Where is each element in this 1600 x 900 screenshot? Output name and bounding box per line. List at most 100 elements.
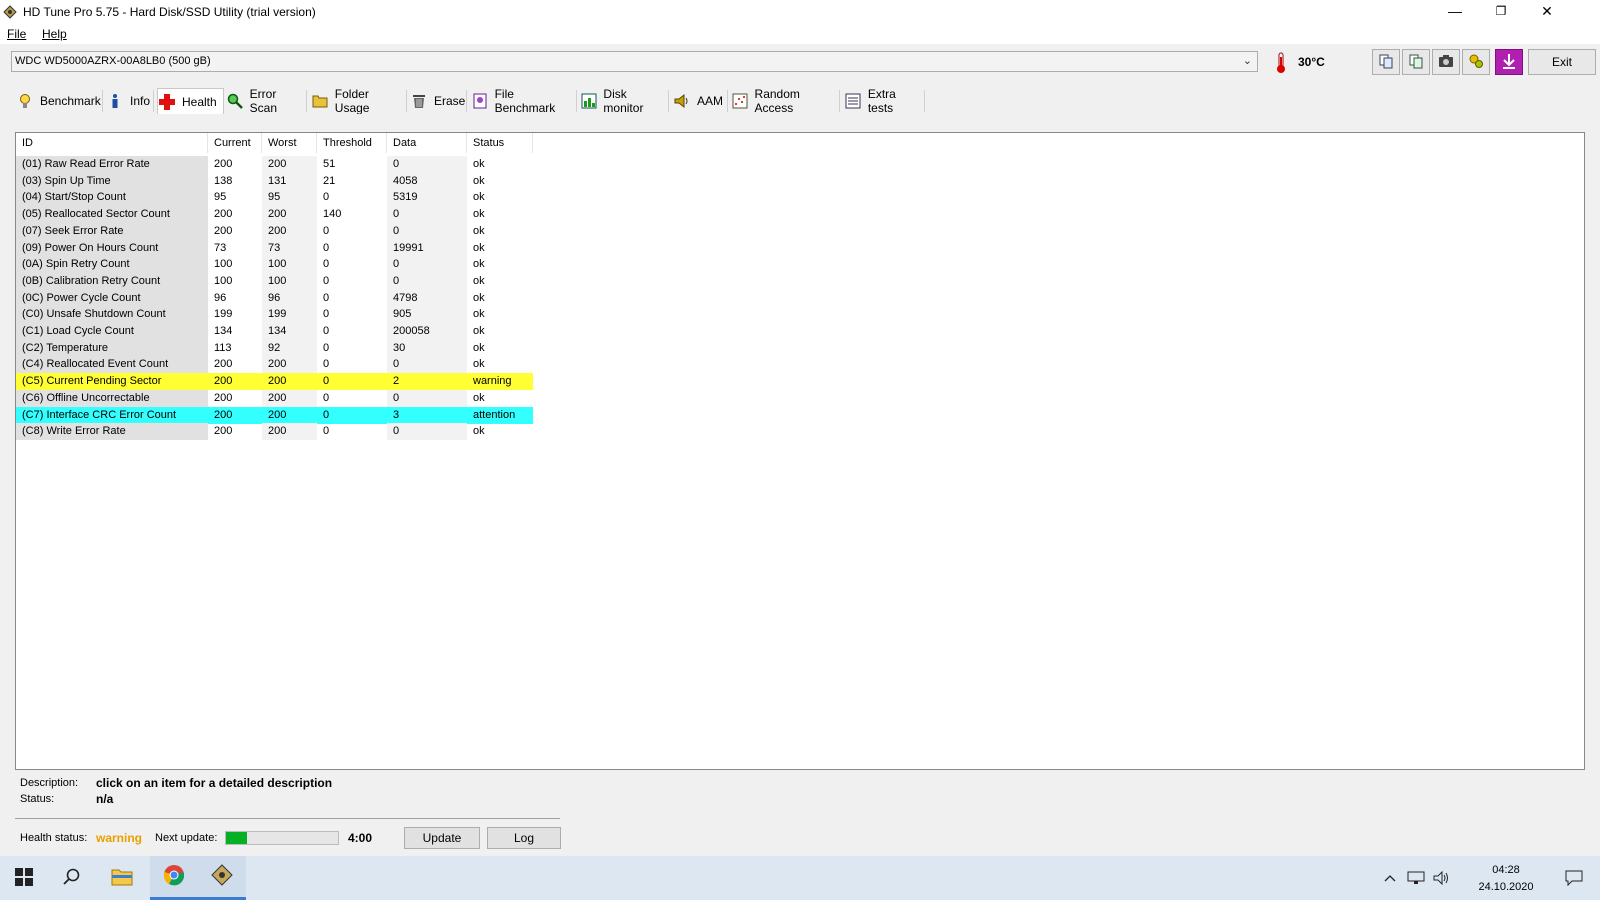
folder-icon xyxy=(311,92,329,110)
tab-error-scan[interactable]: Error Scan xyxy=(226,87,307,115)
menu-bar: File Help xyxy=(0,24,1600,44)
table-row[interactable]: (07) Seek Error Rate 200 200 0 0 ok xyxy=(16,222,533,240)
table-row[interactable]: (01) Raw Read Error Rate 200 200 51 0 ok xyxy=(16,156,533,173)
chevron-down-icon[interactable]: ⌄ xyxy=(1243,54,1252,67)
options-button[interactable] xyxy=(1462,49,1490,75)
tab-extra-tests[interactable]: Extra tests xyxy=(844,87,925,115)
row-worst: 100 xyxy=(262,256,317,274)
menu-file[interactable]: File xyxy=(7,27,26,41)
smart-attributes-table[interactable]: ID Current Worst Threshold Data Status (… xyxy=(15,132,1585,770)
file-explorer-button[interactable] xyxy=(98,856,146,900)
table-row[interactable]: (C6) Offline Uncorrectable 200 200 0 0 ok xyxy=(16,389,533,407)
row-id: (C7) Interface CRC Error Count xyxy=(16,406,208,424)
tab-file-benchmark[interactable]: File Benchmark xyxy=(471,87,577,115)
volume-icon[interactable] xyxy=(1430,856,1454,900)
tab-label: File Benchmark xyxy=(494,87,556,115)
row-data: 0 xyxy=(387,356,467,374)
row-worst: 199 xyxy=(262,306,317,324)
row-id: (09) Power On Hours Count xyxy=(16,239,208,257)
tab-erase[interactable]: Erase xyxy=(410,90,467,112)
copy-icon xyxy=(1378,53,1394,72)
table-row[interactable]: (05) Reallocated Sector Count 200 200 140 0 o… xyxy=(16,206,533,224)
table-row[interactable]: (C7) Interface CRC Error Count 200 200 0 3 at… xyxy=(16,406,533,424)
table-row[interactable]: (C8) Write Error Rate 200 200 0 0 ok xyxy=(16,423,533,441)
tab-folder-usage[interactable]: Folder Usage xyxy=(311,87,407,115)
menu-help[interactable]: Help xyxy=(42,27,67,41)
network-icon[interactable] xyxy=(1404,856,1428,900)
progress-fill xyxy=(226,832,248,844)
table-row[interactable]: (C1) Load Cycle Count 134 134 0 200058 ok xyxy=(16,323,533,340)
row-worst: 200 xyxy=(262,206,317,224)
row-status: ok xyxy=(473,425,485,438)
notifications-icon[interactable] xyxy=(1556,856,1592,900)
row-status: ok xyxy=(473,274,485,287)
tab-random-access[interactable]: Random Access xyxy=(731,87,840,115)
table-row[interactable]: (09) Power On Hours Count 73 73 0 19991 ok xyxy=(16,239,533,257)
download-arrow-icon xyxy=(1502,53,1516,72)
row-worst: 200 xyxy=(262,222,317,240)
column-header-id[interactable]: ID xyxy=(16,133,208,153)
table-row[interactable]: (0B) Calibration Retry Count 100 100 0 0 ok xyxy=(16,272,533,290)
camera-icon xyxy=(1438,54,1454,71)
status-text: n/a xyxy=(96,792,114,806)
search-button[interactable] xyxy=(48,856,96,900)
start-button[interactable] xyxy=(0,856,48,900)
tab-label: Folder Usage xyxy=(334,87,370,115)
table-row[interactable]: (C0) Unsafe Shutdown Count 199 199 0 905 ok xyxy=(16,306,533,324)
tab-info[interactable]: Info xyxy=(106,90,154,112)
screenshot-button[interactable] xyxy=(1432,49,1460,75)
table-row[interactable]: (C5) Current Pending Sector 200 200 0 2 warni… xyxy=(16,373,533,391)
clock[interactable]: 04:28 24.10.2020 xyxy=(1466,862,1546,896)
next-update-label: Next update: xyxy=(155,832,218,844)
table-row[interactable]: (0C) Power Cycle Count 96 96 0 4798 ok xyxy=(16,289,533,307)
table-row[interactable]: (04) Start/Stop Count 95 95 0 5319 ok xyxy=(16,189,533,207)
row-status: ok xyxy=(473,258,485,271)
hdtune-taskbar-button[interactable] xyxy=(198,856,246,900)
table-row[interactable]: (0A) Spin Retry Count 100 100 0 0 ok xyxy=(16,256,533,274)
tab-health[interactable]: Health xyxy=(157,88,224,115)
save-button[interactable] xyxy=(1495,49,1523,75)
column-header-worst[interactable]: Worst xyxy=(262,133,317,153)
tab-benchmark[interactable]: Benchmark xyxy=(16,90,103,112)
drive-select[interactable]: WDC WD5000AZRX-00A8LB0 (500 gB) ⌄ xyxy=(11,51,1258,72)
close-button[interactable]: ✕ xyxy=(1524,0,1570,24)
log-button[interactable]: Log xyxy=(487,827,561,849)
column-header-data[interactable]: Data xyxy=(387,133,467,153)
row-status: ok xyxy=(473,325,485,337)
row-status: ok xyxy=(473,224,485,237)
thermometer-icon xyxy=(1276,52,1286,77)
temperature-value: 30°C xyxy=(1298,55,1325,69)
tab-label: Error Scan xyxy=(249,87,278,115)
table-row[interactable]: (03) Spin Up Time 138 131 21 4058 ok xyxy=(16,172,533,190)
exit-button[interactable]: Exit xyxy=(1528,49,1596,75)
windows-icon xyxy=(15,867,33,889)
tab-disk-monitor[interactable]: Disk monitor xyxy=(580,87,669,115)
column-header-current[interactable]: Current xyxy=(208,133,262,153)
tray-chevron-up-icon[interactable] xyxy=(1380,856,1400,900)
copy-all-button[interactable] xyxy=(1402,49,1430,75)
tab-aam[interactable]: AAM xyxy=(673,90,728,112)
row-id: (C0) Unsafe Shutdown Count xyxy=(16,306,208,324)
row-current: 134 xyxy=(214,325,233,337)
health-status-label: Health status: xyxy=(20,832,88,844)
row-current: 73 xyxy=(214,241,227,254)
column-header-status[interactable]: Status xyxy=(467,133,533,153)
minimize-button[interactable]: — xyxy=(1432,0,1478,24)
row-worst: 134 xyxy=(262,323,317,340)
search-icon xyxy=(63,868,81,889)
row-id: (0C) Power Cycle Count xyxy=(16,289,208,307)
restore-button[interactable]: ❐ xyxy=(1478,0,1524,24)
table-row[interactable]: (C4) Reallocated Event Count 200 200 0 0 ok xyxy=(16,356,533,374)
menu-file-label: File xyxy=(7,27,27,41)
row-data: 5319 xyxy=(387,189,467,207)
row-worst: 131 xyxy=(262,172,317,190)
table-row[interactable]: (C2) Temperature 113 92 0 30 ok xyxy=(16,339,533,357)
update-button[interactable]: Update xyxy=(404,827,480,849)
row-threshold: 21 xyxy=(323,174,336,187)
hdtune-icon xyxy=(211,864,233,889)
row-threshold: 0 xyxy=(323,191,330,204)
chrome-button[interactable] xyxy=(150,856,198,900)
copy-info-button[interactable] xyxy=(1372,49,1400,75)
column-header-threshold[interactable]: Threshold xyxy=(317,133,387,153)
row-worst: 96 xyxy=(262,289,317,307)
